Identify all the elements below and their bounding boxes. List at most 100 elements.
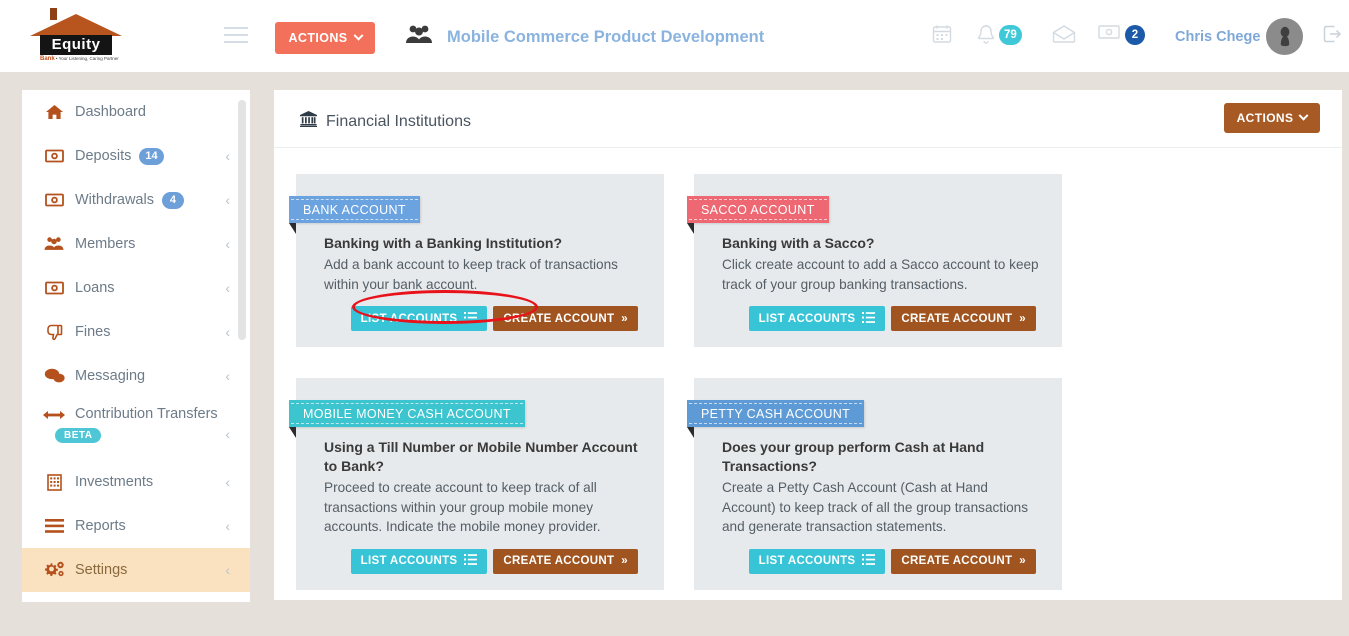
sidebar-item-label: Deposits	[75, 148, 132, 164]
sidebar-scrollbar[interactable]	[238, 100, 246, 340]
sidebar-badge: 14	[139, 147, 164, 165]
double-chevron-right-icon: »	[1019, 312, 1026, 325]
list-accounts-button-mobile-money[interactable]: LIST ACCOUNTS	[350, 548, 488, 574]
chevron-down-icon	[353, 30, 363, 41]
sidebar-item-label: Dashboard	[75, 104, 146, 120]
gears-icon	[42, 561, 66, 579]
list-icon	[862, 554, 876, 568]
sidebar-item-contribution-transfers[interactable]: Contribution Transfers BETA ‹	[22, 398, 250, 460]
list-icon	[862, 311, 876, 326]
logo-wordmark: Equity	[40, 35, 112, 55]
equity-bank-logo[interactable]: Equity Bank • Your Listening, Caring Par…	[28, 6, 124, 66]
money-badge: 2	[1125, 25, 1145, 45]
logo-roof-shape	[30, 14, 122, 36]
card-description: Create a Petty Cash Account (Cash at Han…	[722, 480, 1029, 534]
top-header: Equity Bank • Your Listening, Caring Par…	[0, 0, 1349, 72]
money-bill-icon	[42, 279, 66, 297]
bars-icon	[42, 517, 66, 535]
sidebar-item-label: Loans	[75, 280, 115, 296]
sidebar-item-members[interactable]: Members ‹	[22, 222, 250, 266]
bell-icon[interactable]	[977, 24, 995, 49]
create-account-label: CREATE ACCOUNT	[901, 555, 1013, 567]
sidebar: Dashboard Deposits 14 ‹ Withdrawals 4 ‹ …	[22, 90, 250, 602]
card-buttons: LIST ACCOUNTS CREATE ACCOUNT »	[722, 306, 1042, 331]
comments-icon	[42, 367, 66, 385]
users-group-icon	[42, 235, 66, 253]
avatar[interactable]	[1266, 18, 1303, 55]
card-description: Add a bank account to keep track of tran…	[324, 257, 618, 292]
chevron-left-icon: ‹	[225, 562, 230, 578]
panel-actions-button[interactable]: ACTIONS	[1224, 103, 1320, 133]
sidebar-item-investments[interactable]: Investments ‹	[22, 460, 250, 504]
sign-out-icon[interactable]	[1322, 24, 1342, 49]
chevron-left-icon: ‹	[225, 148, 230, 164]
beta-badge: BETA	[55, 428, 102, 443]
sidebar-item-deposits[interactable]: Deposits 14 ‹	[22, 134, 250, 178]
card-ribbon: MOBILE MONEY CASH ACCOUNT	[289, 400, 525, 427]
create-account-label: CREATE ACCOUNT	[901, 312, 1013, 325]
sidebar-item-messaging[interactable]: Messaging ‹	[22, 354, 250, 398]
sidebar-item-label: Contribution Transfers	[75, 406, 218, 422]
create-account-button-sacco[interactable]: CREATE ACCOUNT »	[891, 306, 1036, 331]
users-group-icon	[404, 23, 434, 52]
sidebar-item-reports[interactable]: Reports ‹	[22, 504, 250, 548]
chevron-down-icon	[1298, 110, 1309, 121]
list-accounts-button-bank[interactable]: LIST ACCOUNTS	[350, 306, 488, 331]
main-panel: Financial Institutions ACTIONS BANK ACCO…	[274, 90, 1342, 600]
header-actions-button[interactable]: ACTIONS	[275, 22, 375, 54]
group-title[interactable]: Mobile Commerce Product Development	[447, 28, 764, 47]
arrows-left-right-icon	[42, 406, 66, 424]
chevron-left-icon: ‹	[225, 426, 230, 442]
sidebar-item-withdrawals[interactable]: Withdrawals 4 ‹	[22, 178, 250, 222]
sidebar-item-fines[interactable]: Fines ‹	[22, 310, 250, 354]
list-accounts-button-sacco[interactable]: LIST ACCOUNTS	[748, 306, 886, 331]
sidebar-item-label: Investments	[75, 474, 154, 490]
hamburger-line	[224, 27, 248, 29]
card-description: Click create account to add a Sacco acco…	[722, 257, 1039, 292]
list-icon	[464, 554, 478, 568]
chevron-left-icon: ‹	[225, 518, 230, 534]
ribbon-fold-shape	[687, 223, 694, 234]
card-buttons: LIST ACCOUNTS CREATE ACCOUNT »	[324, 306, 644, 331]
panel-actions-label: ACTIONS	[1236, 111, 1294, 125]
username-label[interactable]: Chris Chege	[1175, 29, 1260, 45]
hamburger-icon[interactable]	[224, 27, 248, 45]
chevron-left-icon: ‹	[225, 324, 230, 340]
money-bill-icon[interactable]	[1098, 24, 1120, 45]
create-account-button-petty-cash[interactable]: CREATE ACCOUNT »	[891, 548, 1036, 574]
sidebar-item-settings[interactable]: Settings ‹	[22, 548, 250, 592]
card-buttons: LIST ACCOUNTS CREATE ACCOUNT »	[722, 548, 1042, 574]
double-chevron-right-icon: »	[621, 555, 628, 567]
ribbon-fold-shape	[289, 223, 296, 234]
card-title: Using a Till Number or Mobile Number Acc…	[324, 439, 638, 474]
card-sacco-account: SACCO ACCOUNT Banking with a Sacco? Clic…	[687, 174, 1062, 347]
card-title: Banking with a Banking Institution?	[324, 235, 562, 251]
card-petty-cash-account: PETTY CASH ACCOUNT Does your group perfo…	[687, 378, 1062, 590]
thumbs-down-icon	[42, 323, 66, 341]
money-bill-icon	[42, 147, 66, 165]
hamburger-line	[224, 34, 248, 36]
chevron-left-icon: ‹	[225, 280, 230, 296]
list-accounts-label: LIST ACCOUNTS	[758, 312, 856, 325]
card-bank-account: BANK ACCOUNT Banking with a Banking Inst…	[289, 174, 664, 347]
list-accounts-button-petty-cash[interactable]: LIST ACCOUNTS	[748, 548, 886, 574]
create-account-button-bank[interactable]: CREATE ACCOUNT »	[493, 306, 638, 331]
bell-badge: 79	[999, 25, 1022, 45]
create-account-button-mobile-money[interactable]: CREATE ACCOUNT »	[493, 548, 638, 574]
page-title: Financial Institutions	[300, 111, 471, 132]
building-icon	[42, 473, 66, 491]
calendar-icon[interactable]	[932, 24, 952, 49]
money-bill-icon	[42, 191, 66, 209]
header-actions-label: ACTIONS	[288, 31, 348, 45]
chevron-left-icon: ‹	[225, 192, 230, 208]
list-accounts-label: LIST ACCOUNTS	[360, 555, 458, 567]
hamburger-line	[224, 41, 248, 43]
card-ribbon: SACCO ACCOUNT	[687, 196, 829, 223]
envelope-open-icon[interactable]	[1052, 24, 1076, 49]
sidebar-item-loans[interactable]: Loans ‹	[22, 266, 250, 310]
logo-tagline: Bank • Your Listening, Caring Partner	[40, 56, 124, 62]
card-ribbon: PETTY CASH ACCOUNT	[687, 400, 865, 427]
panel-header: Financial Institutions ACTIONS	[274, 90, 1342, 148]
sidebar-item-dashboard[interactable]: Dashboard	[22, 90, 250, 134]
page-title-text: Financial Institutions	[326, 112, 471, 130]
